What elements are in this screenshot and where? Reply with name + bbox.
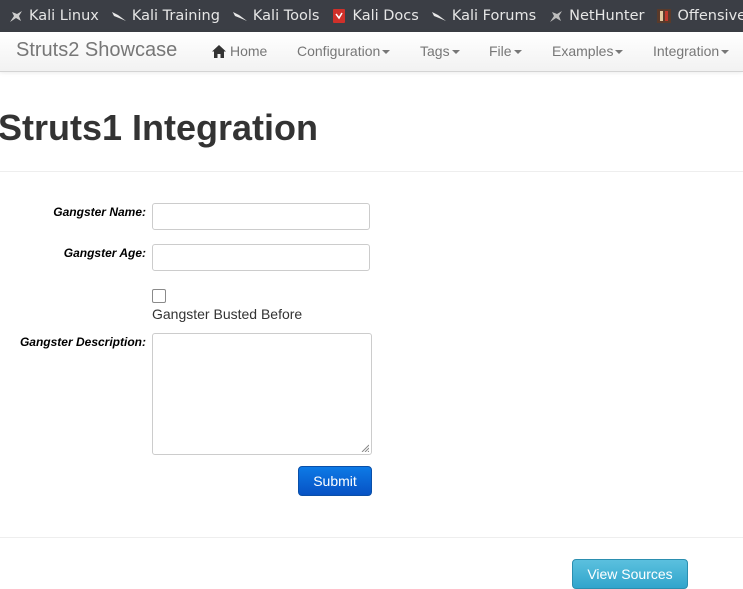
resize-grip-icon[interactable] [361, 444, 369, 452]
submit-button[interactable]: Submit [298, 466, 372, 496]
nav-examples-label: Examples [552, 43, 614, 59]
brand-link[interactable]: Struts2 Showcase [16, 39, 177, 62]
gangster-description-label: Gangster Description: [19, 335, 146, 349]
bookmark-label: Kali Docs [352, 8, 419, 24]
caret-down-icon [451, 50, 460, 54]
nav-tags-label: Tags [420, 43, 450, 59]
caret-down-icon [513, 50, 522, 54]
kali-dragon-icon [10, 11, 22, 22]
caret-down-icon [382, 50, 391, 54]
caret-down-icon [721, 50, 730, 54]
bookmark-kali-docs[interactable]: Kali Docs [331, 8, 419, 24]
bookmark-label: Kali Tools [252, 8, 320, 24]
gangster-name-input[interactable] [152, 203, 370, 230]
bookmark-kali-training[interactable]: Kali Training [111, 8, 220, 24]
nav-examples[interactable]: Examples [552, 43, 624, 59]
gangster-description-textarea[interactable] [152, 333, 372, 455]
divider [0, 537, 743, 538]
bookmark-offensive-security[interactable]: Offensive Securi [656, 8, 743, 24]
kali-dragon-icon [111, 12, 126, 21]
nav-home-label: Home [230, 43, 268, 59]
gangster-age-label: Gangster Age: [63, 246, 146, 260]
main-navbar: Struts2 Showcase Home Configuration Tags… [0, 32, 743, 72]
nav-file-label: File [489, 43, 512, 59]
bookmark-kali-linux[interactable]: Kali Linux [8, 8, 99, 24]
divider [0, 171, 743, 172]
kali-docs-icon [333, 9, 346, 23]
bookmark-kali-forums[interactable]: Kali Forums [431, 8, 536, 24]
bookmarks-bar: Kali Linux Kali Training Kali Tools Kali… [0, 0, 743, 32]
nav-integration[interactable]: Integration [653, 43, 730, 59]
bookmark-label: Kali Forums [451, 8, 537, 24]
bookmark-label: NetHunter [569, 8, 645, 24]
kali-dragon-icon [550, 11, 563, 22]
caret-down-icon [615, 50, 624, 54]
nav-tags[interactable]: Tags [420, 43, 460, 59]
bookmark-label: Offensive Securi [677, 8, 743, 24]
gangster-age-input[interactable] [152, 244, 370, 271]
bookmark-kali-tools[interactable]: Kali Tools [232, 8, 320, 24]
offsec-icon [657, 9, 672, 23]
bookmark-nethunter[interactable]: NetHunter [548, 8, 644, 24]
nav-home[interactable]: Home [212, 43, 267, 59]
bookmark-label: Kali Training [131, 8, 220, 24]
home-icon [212, 44, 226, 58]
nav-integration-label: Integration [653, 43, 720, 59]
kali-dragon-icon [232, 12, 247, 21]
bookmark-label: Kali Linux [29, 8, 99, 24]
nav-configuration-label: Configuration [297, 43, 381, 59]
nav-configuration[interactable]: Configuration [297, 43, 391, 59]
gangster-busted-checkbox[interactable] [152, 289, 166, 303]
gangster-name-label: Gangster Name: [53, 205, 146, 219]
gangster-busted-label: Gangster Busted Before [152, 306, 303, 322]
kali-dragon-icon [431, 12, 446, 21]
nav-file[interactable]: File [489, 43, 522, 59]
page-title: Struts1 Integration [0, 107, 319, 148]
